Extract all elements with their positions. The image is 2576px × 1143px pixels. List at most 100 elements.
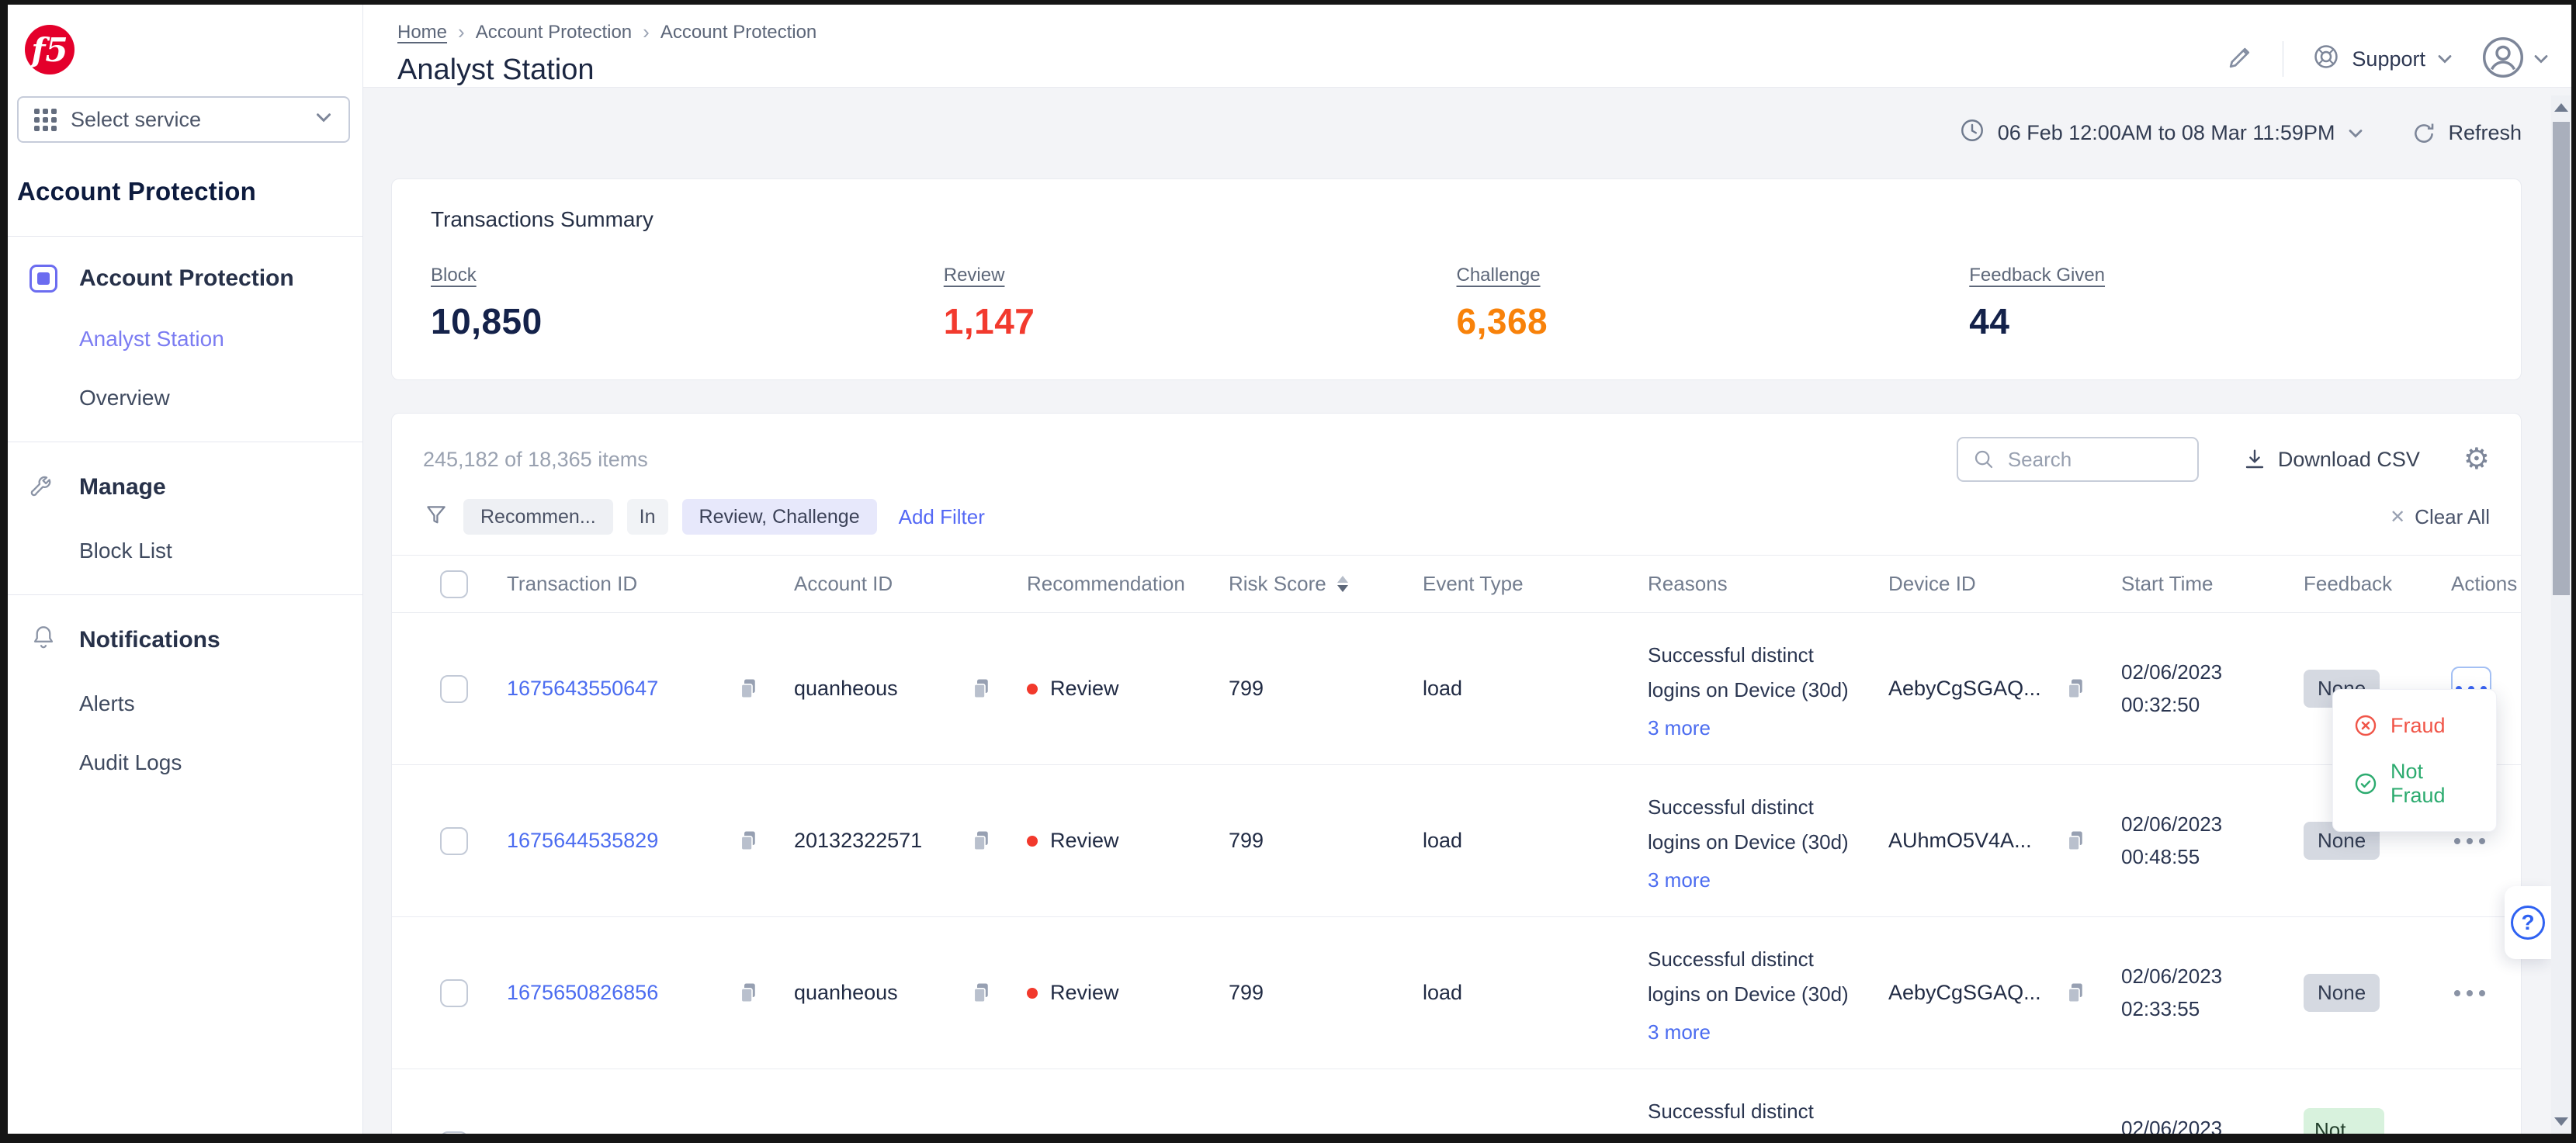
metric-review: Review 1,147 bbox=[944, 265, 1457, 342]
start-date: 02/06/2023 bbox=[2121, 1116, 2222, 1142]
scroll-up-icon[interactable] bbox=[2554, 103, 2568, 112]
table-row: 1675644535829 20132322571 Review 799 loa… bbox=[392, 764, 2521, 916]
metric-value: 1,147 bbox=[944, 300, 1457, 342]
copy-icon[interactable] bbox=[2064, 828, 2087, 854]
add-filter-button[interactable]: Add Filter bbox=[899, 505, 985, 529]
copy-icon[interactable] bbox=[2064, 676, 2087, 702]
row-checkbox[interactable] bbox=[440, 827, 468, 855]
sidebar-item-block-list[interactable]: Block List bbox=[8, 539, 362, 563]
copy-icon[interactable] bbox=[737, 676, 760, 702]
copy-icon[interactable] bbox=[737, 828, 760, 854]
metric-challenge: Challenge 6,368 bbox=[1457, 265, 1970, 342]
table-row: 1675650826856 quanheous Review 799 load … bbox=[392, 916, 2521, 1069]
nav-manage[interactable]: Manage bbox=[8, 470, 362, 504]
copy-icon[interactable] bbox=[2064, 980, 2087, 1006]
breadcrumb-home[interactable]: Home bbox=[397, 22, 447, 43]
filter-value-chip[interactable]: Review, Challenge bbox=[682, 499, 877, 535]
account-protection-icon bbox=[29, 265, 57, 293]
row-checkbox[interactable] bbox=[440, 675, 468, 703]
clear-all-button[interactable]: ✕ Clear All bbox=[2390, 505, 2490, 529]
scroll-down-icon[interactable] bbox=[2554, 1117, 2568, 1126]
table-row: 1675699152848 22696685211 Review 799 loa… bbox=[392, 1069, 2521, 1143]
chevron-down-icon[interactable] bbox=[2347, 128, 2364, 139]
search-icon bbox=[1972, 448, 1995, 471]
sort-icon[interactable] bbox=[1337, 576, 1348, 592]
copy-icon[interactable] bbox=[969, 828, 993, 854]
metric-label[interactable]: Block bbox=[431, 265, 477, 286]
row-actions-button[interactable] bbox=[2451, 838, 2488, 844]
metric-label[interactable]: Feedback Given bbox=[1969, 265, 2105, 286]
row-actions-button[interactable] bbox=[2451, 990, 2488, 996]
event-type: load bbox=[1423, 1133, 1462, 1143]
transactions-table-card: 245,182 of 18,365 items Download CSV ⚙ bbox=[391, 413, 2522, 1143]
start-time: 02:33:55 bbox=[2121, 996, 2222, 1023]
pencil-icon[interactable] bbox=[2225, 43, 2255, 76]
copy-icon[interactable] bbox=[969, 1132, 993, 1143]
vertical-scrollbar[interactable] bbox=[2551, 95, 2571, 1134]
copy-icon[interactable] bbox=[969, 980, 993, 1006]
breadcrumb-level1[interactable]: Account Protection bbox=[476, 22, 632, 43]
gear-icon[interactable]: ⚙ bbox=[2463, 445, 2490, 474]
col-transaction-id: Transaction ID bbox=[485, 572, 772, 596]
nav-group-account-protection: Account Protection Analyst Station Overv… bbox=[8, 237, 362, 442]
nav-account-protection[interactable]: Account Protection bbox=[8, 265, 362, 293]
analyst-station-page: f5 Select service Account Protection Acc… bbox=[0, 0, 2576, 1143]
nav-notifications[interactable]: Notifications bbox=[8, 623, 362, 657]
copy-icon[interactable] bbox=[737, 980, 760, 1006]
lifebuoy-icon bbox=[2311, 42, 2341, 77]
sidebar-item-overview[interactable]: Overview bbox=[8, 386, 362, 410]
transaction-id-link[interactable]: 1675699152848 bbox=[507, 1133, 658, 1143]
filter-operator-chip[interactable]: In bbox=[627, 499, 668, 535]
sidebar-item-alerts[interactable]: Alerts bbox=[8, 691, 362, 716]
avatar-icon bbox=[2481, 36, 2525, 83]
refresh-label: Refresh bbox=[2448, 121, 2522, 145]
recommendation: Review bbox=[1050, 1133, 1119, 1143]
row-checkbox[interactable] bbox=[440, 979, 468, 1007]
sidebar-item-audit-logs[interactable]: Audit Logs bbox=[8, 750, 362, 775]
transaction-id-link[interactable]: 1675643550647 bbox=[507, 677, 658, 701]
metric-label[interactable]: Challenge bbox=[1457, 265, 1541, 286]
more-reasons-link[interactable]: 3 more bbox=[1648, 868, 1711, 892]
menu-item-fraud[interactable]: Fraud bbox=[2333, 702, 2496, 749]
date-range-row: 06 Feb 12:00AM to 08 Mar 11:59PM Refresh bbox=[391, 117, 2522, 149]
more-reasons-link[interactable]: 3 more bbox=[1648, 1020, 1711, 1044]
select-service-dropdown[interactable]: Select service bbox=[17, 96, 350, 143]
row-actions-menu: Fraud Not Fraud bbox=[2332, 689, 2497, 832]
menu-item-not-fraud[interactable]: Not Fraud bbox=[2333, 749, 2496, 819]
col-risk-score-label: Risk Score bbox=[1229, 572, 1326, 596]
copy-icon[interactable] bbox=[2064, 1132, 2087, 1143]
search-input[interactable] bbox=[2006, 447, 2183, 473]
col-risk-score[interactable]: Risk Score bbox=[1207, 572, 1401, 596]
more-reasons-link[interactable]: 3 more bbox=[1648, 716, 1711, 740]
user-menu[interactable] bbox=[2481, 36, 2550, 83]
col-account-id: Account ID bbox=[772, 572, 1005, 596]
metric-feedback-given: Feedback Given 44 bbox=[1969, 265, 2482, 342]
menu-item-label: Fraud bbox=[2391, 714, 2446, 738]
download-icon bbox=[2242, 447, 2267, 472]
filter-field-chip[interactable]: Recommen... bbox=[463, 499, 613, 535]
menu-item-label: Not Fraud bbox=[2391, 760, 2476, 808]
row-checkbox[interactable] bbox=[440, 1131, 468, 1143]
metric-label[interactable]: Review bbox=[944, 265, 1005, 286]
reason-text: Successful distinct logins on Device (30… bbox=[1648, 942, 1867, 1013]
download-csv-button[interactable]: Download CSV bbox=[2242, 447, 2420, 472]
refresh-button[interactable]: Refresh bbox=[2411, 120, 2522, 147]
transaction-id-link[interactable]: 1675644535829 bbox=[507, 829, 658, 853]
support-menu[interactable]: Support bbox=[2311, 42, 2453, 77]
breadcrumb-separator-icon: › bbox=[458, 20, 465, 44]
date-range-value[interactable]: 06 Feb 12:00AM to 08 Mar 11:59PM bbox=[1998, 121, 2335, 145]
scrollbar-thumb[interactable] bbox=[2553, 122, 2570, 595]
sidebar-item-analyst-station[interactable]: Analyst Station bbox=[8, 327, 362, 352]
search-box bbox=[1957, 437, 2199, 482]
nav-group-label: Account Protection bbox=[79, 265, 294, 292]
transaction-id-link[interactable]: 1675650826856 bbox=[507, 981, 658, 1005]
select-all-checkbox[interactable] bbox=[440, 570, 468, 598]
help-button[interactable]: ? bbox=[2505, 886, 2551, 959]
copy-icon[interactable] bbox=[969, 676, 993, 702]
nav-group-label: Notifications bbox=[79, 627, 220, 653]
copy-icon[interactable] bbox=[737, 1132, 760, 1143]
transactions-table: Transaction ID Account ID Recommendation… bbox=[392, 555, 2521, 1143]
breadcrumb: Home › Account Protection › Account Prot… bbox=[397, 20, 816, 44]
feedback-badge: None bbox=[2304, 974, 2380, 1012]
breadcrumb-separator-icon: › bbox=[643, 20, 650, 44]
